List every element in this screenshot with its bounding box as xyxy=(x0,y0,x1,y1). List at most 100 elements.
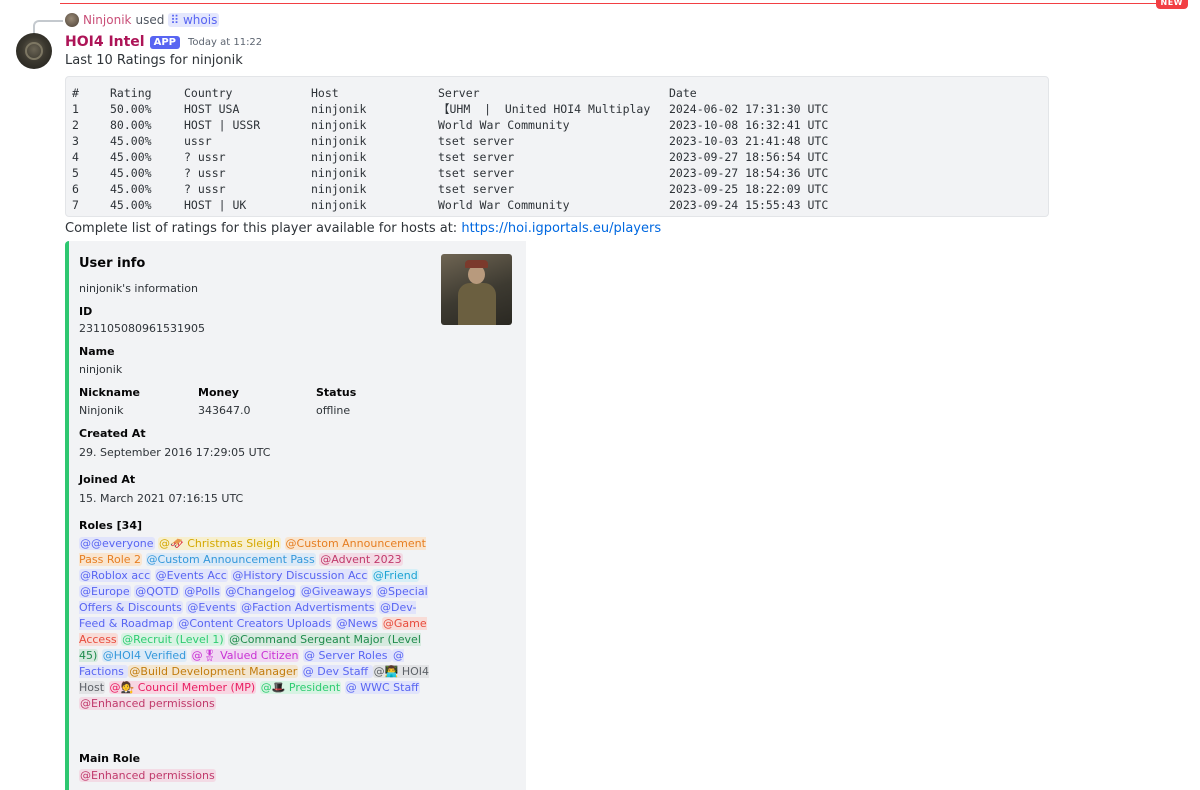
role-mention[interactable]: @🧑‍⚖️ Council Member (MP) xyxy=(108,681,257,694)
thumbnail-figure-cap xyxy=(465,260,488,268)
role-mention[interactable]: @Enhanced permissions xyxy=(79,697,216,710)
role-mention[interactable]: @Advent 2023 xyxy=(319,553,403,566)
ratings-row-cell: 45.00% xyxy=(110,166,152,180)
role-mention[interactable]: @@everyone xyxy=(79,537,155,550)
ratings-row-cell: ? ussr xyxy=(184,182,226,196)
ratings-header-row-cell: Date xyxy=(669,86,697,100)
role-mention[interactable]: @Events Acc xyxy=(154,569,228,582)
main-role-mention[interactable]: @Enhanced permissions xyxy=(79,769,216,782)
field-id-name: ID xyxy=(79,305,93,318)
ratings-row-cell: HOST | UK xyxy=(184,198,247,212)
role-mention[interactable]: @Polls xyxy=(183,585,222,598)
new-messages-divider xyxy=(60,3,1172,4)
role-mention[interactable]: @🎩 President xyxy=(259,681,342,694)
ratings-row-cell: 5 xyxy=(72,166,79,180)
user-info-embed: User info ninjonik's information ID 2311… xyxy=(65,241,526,790)
role-mention[interactable]: @🎖 Valued Citizen xyxy=(190,649,300,662)
ratings-row-cell: 50.00% xyxy=(110,102,152,116)
ratings-row: 2 80.00% HOST | USSR ninjonik World War Comm… xyxy=(72,117,1042,133)
ratings-row-cell: tset server xyxy=(438,166,515,180)
players-link[interactable]: https://hoi.igportals.eu/players xyxy=(461,221,661,236)
ratings-header-row: # Rating Country Host Server Date xyxy=(72,85,1042,101)
role-mention[interactable]: @HOI4 Verified xyxy=(101,649,188,662)
embed-title: User info xyxy=(79,256,146,271)
reply-user-avatar[interactable] xyxy=(65,13,79,27)
field-status-value: offline xyxy=(316,404,351,417)
reply-context[interactable]: Ninjonik used ⠿ whois xyxy=(65,13,220,27)
role-mention[interactable]: @News xyxy=(335,617,379,630)
role-mention[interactable]: @History Discussion Acc xyxy=(231,569,369,582)
bot-avatar[interactable] xyxy=(16,33,52,69)
reply-username[interactable]: Ninjonik xyxy=(83,13,131,27)
message-heading: Last 10 Ratings for ninjonik xyxy=(65,53,243,68)
ratings-code-block: # Rating Country Host Server Date 1 50.00% HOST … xyxy=(65,76,1049,217)
role-mention[interactable]: @Changelog xyxy=(224,585,297,598)
field-nickname-name: Nickname xyxy=(79,386,140,399)
app-tag: APP xyxy=(149,35,181,49)
ratings-row-cell: 45.00% xyxy=(110,134,152,148)
embed-description: ninjonik's information xyxy=(79,282,198,295)
message-header: HOI4 Intel APP Today at 11:22 xyxy=(65,34,262,50)
role-mention[interactable]: @ Server Roles xyxy=(302,649,392,662)
role-mention[interactable]: @Build Development Manager xyxy=(128,665,299,678)
ratings-row-cell: 45.00% xyxy=(110,198,152,212)
message-timestamp[interactable]: Today at 11:22 xyxy=(188,37,262,48)
role-mention[interactable]: @Faction Advertisments xyxy=(240,601,376,614)
ratings-row-cell: ninjonik xyxy=(311,102,367,116)
slash-command[interactable]: ⠿ whois xyxy=(168,13,220,27)
ratings-row: 6 45.00% ? ussr ninjonik tset server 2023-09-… xyxy=(72,181,1042,197)
role-mention[interactable]: @Events xyxy=(186,601,237,614)
role-mention[interactable]: @🛷 Christmas Sleigh xyxy=(158,537,282,550)
ratings-row-cell: 2023-09-27 18:54:36 UTC xyxy=(669,166,829,180)
role-mention[interactable]: @Friend xyxy=(371,569,419,582)
ratings-row-cell: tset server xyxy=(438,150,515,164)
ratings-row-cell: 2023-09-27 18:56:54 UTC xyxy=(669,150,829,164)
ratings-row-cell: 45.00% xyxy=(110,182,152,196)
role-mention[interactable]: @ WWC Staff xyxy=(344,681,420,694)
ratings-row-cell: ? ussr xyxy=(184,166,226,180)
ratings-row-cell: ninjonik xyxy=(311,166,367,180)
role-mention[interactable]: @Giveaways xyxy=(299,585,373,598)
ratings-row-cell: 2023-10-03 21:41:48 UTC xyxy=(669,134,829,148)
reply-verb: used xyxy=(135,13,165,27)
ratings-header-row-cell: Country xyxy=(184,86,233,100)
ratings-row-cell: World War Community xyxy=(438,118,570,132)
role-mention[interactable]: @Europe xyxy=(79,585,131,598)
footer-text: Complete list of ratings for this player… xyxy=(65,221,458,236)
role-mention[interactable]: @QOTD xyxy=(134,585,180,598)
field-status-name: Status xyxy=(316,386,357,399)
role-mention[interactable]: @ Dev Staff xyxy=(301,665,373,678)
role-mention[interactable]: @Content Creators Uploads xyxy=(177,617,333,630)
field-name-name: Name xyxy=(79,345,115,358)
field-name-value: ninjonik xyxy=(79,363,123,376)
ratings-row-cell: tset server xyxy=(438,134,515,148)
embed-thumbnail[interactable] xyxy=(441,254,512,325)
ratings-row-cell: World War Community xyxy=(438,198,570,212)
thumbnail-figure-body xyxy=(458,283,496,325)
message-footer: Complete list of ratings for this player… xyxy=(65,221,661,236)
role-mention[interactable]: @Custom Announcement Pass xyxy=(145,553,316,566)
ratings-row-cell: HOST USA xyxy=(184,102,240,116)
ratings-row-cell: ? ussr xyxy=(184,150,226,164)
bot-username[interactable]: HOI4 Intel xyxy=(65,34,145,50)
ratings-row: 5 45.00% ? ussr ninjonik tset server 2023-09-… xyxy=(72,165,1042,181)
ratings-row-cell: ninjonik xyxy=(311,134,367,148)
field-created-name: Created At xyxy=(79,427,146,440)
role-mention[interactable]: @Recruit (Level 1) xyxy=(121,633,225,646)
field-main-role-name: Main Role xyxy=(79,752,141,765)
field-nickname-value: Ninjonik xyxy=(79,404,124,417)
field-roles-name: Roles [34] xyxy=(79,519,142,532)
ratings-header-row-cell: # xyxy=(72,86,79,100)
ratings-header-row-cell: Rating xyxy=(110,86,152,100)
ratings-row: 1 50.00% HOST USA ninjonik 【UHM | United HOI… xyxy=(72,101,1042,117)
ratings-header-row-cell: Server xyxy=(438,86,480,100)
role-mention[interactable]: @Roblox acc xyxy=(79,569,152,582)
ratings-row-cell: 2023-09-25 18:22:09 UTC xyxy=(669,182,829,196)
field-joined-value: 15. March 2021 07:16:15 UTC xyxy=(79,492,244,505)
ratings-row-cell: 2023-10-08 16:32:41 UTC xyxy=(669,118,829,132)
ratings-row-cell: ninjonik xyxy=(311,150,367,164)
ratings-row-cell: 2024-06-02 17:31:30 UTC xyxy=(669,102,829,116)
ratings-row-cell: ussr xyxy=(184,134,212,148)
ratings-row-cell: ninjonik xyxy=(311,118,367,132)
field-main-role-value: @Enhanced permissions xyxy=(79,769,216,782)
